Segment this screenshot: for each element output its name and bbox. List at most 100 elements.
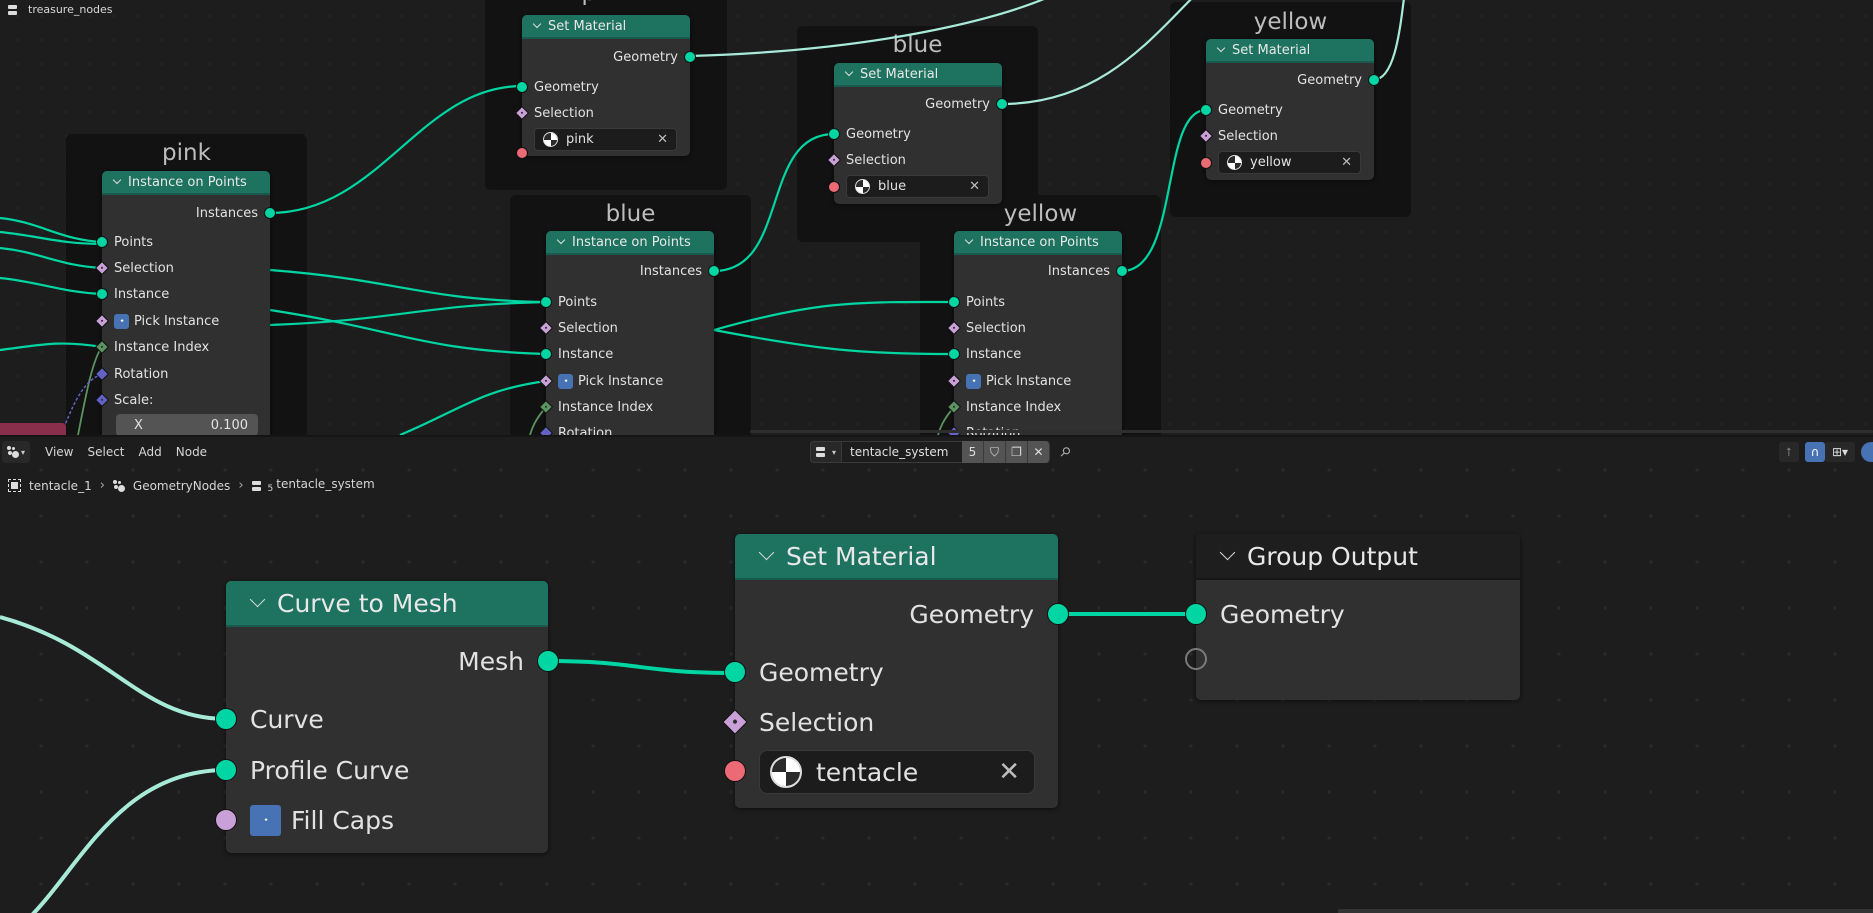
node-header[interactable]: Set Material: [834, 63, 1002, 87]
socket-instances-out[interactable]: [264, 207, 276, 219]
collapse-chevron-icon[interactable]: [844, 67, 854, 77]
node-instance-on-points-yellow[interactable]: Instance on Points Instances Points Sele…: [946, 231, 1128, 435]
socket-geometry-in[interactable]: [828, 128, 840, 140]
socket-instances-out[interactable]: [708, 265, 720, 277]
fill-caps-checkbox[interactable]: [250, 804, 281, 836]
snap-magnet-icon[interactable]: ∩: [1805, 442, 1825, 462]
socket-geometry-out[interactable]: [1368, 74, 1380, 86]
socket-geometry-in[interactable]: [1200, 104, 1212, 116]
pick-instance-checkbox[interactable]: [114, 313, 129, 329]
horizontal-scrollbar[interactable]: [1338, 909, 1873, 913]
collapse-chevron-icon[interactable]: [758, 544, 775, 560]
input-instance-index: Instance Index: [538, 397, 714, 417]
collapse-chevron-icon[interactable]: [964, 235, 974, 245]
link-profile-curve: [31, 768, 227, 913]
snap-grid-icon[interactable]: ⊞▾: [1825, 442, 1855, 462]
unlink-material-close-icon[interactable]: ✕: [998, 757, 1020, 787]
horizontal-scrollbar[interactable]: [750, 430, 1873, 433]
input-selection: Selection: [946, 318, 1122, 338]
node-header[interactable]: Set Material: [1206, 39, 1374, 63]
socket-instances-out[interactable]: [1116, 265, 1128, 277]
user-count-button[interactable]: 5: [962, 441, 984, 463]
collapse-chevron-icon[interactable]: [249, 591, 266, 607]
browse-node-group-button[interactable]: ▾: [810, 441, 842, 463]
node-header[interactable]: Group Output: [1196, 534, 1520, 580]
socket-empty-new[interactable]: [1185, 648, 1207, 670]
socket-geometry-in[interactable]: [516, 81, 528, 93]
socket-curve[interactable]: [215, 708, 237, 730]
socket-points[interactable]: [96, 236, 108, 248]
fake-user-shield-icon[interactable]: ⛉: [984, 441, 1006, 463]
socket-material[interactable]: [828, 181, 840, 193]
node-set-material-blue[interactable]: Set Material Geometry Geometry Selection…: [826, 63, 1008, 204]
socket-geometry-out[interactable]: [1047, 603, 1069, 625]
material-field[interactable]: yellow ✕: [1218, 151, 1361, 174]
node-header[interactable]: Instance on Points: [546, 231, 714, 255]
pick-instance-checkbox[interactable]: [558, 373, 573, 389]
socket-instance[interactable]: [540, 348, 552, 360]
breadcrumb-node-group[interactable]: 5 tentacle_system: [268, 477, 375, 494]
parent-node-tree-icon[interactable]: ⭡: [1779, 442, 1799, 462]
socket-material[interactable]: [516, 147, 528, 159]
material-field[interactable]: pink ✕: [534, 128, 677, 151]
node-group-name-field[interactable]: tentacle_system: [842, 441, 962, 463]
output-instances: Instances: [954, 261, 1128, 281]
breadcrumb-object[interactable]: tentacle_1: [29, 479, 92, 493]
editor-type-button[interactable]: ▾: [2, 441, 30, 463]
input-points: Points: [96, 232, 270, 252]
material-field[interactable]: blue ✕: [846, 175, 989, 198]
duplicate-icon[interactable]: ❐: [1006, 441, 1028, 463]
node-header[interactable]: Set Material: [522, 15, 690, 39]
socket-points[interactable]: [540, 296, 552, 308]
node-set-material-pink[interactable]: Set Material Geometry Geometry Selection…: [514, 15, 696, 159]
material-field[interactable]: tentacle ✕: [759, 750, 1035, 794]
socket-material[interactable]: [724, 760, 746, 782]
frame-label: blue: [892, 32, 943, 58]
unlink-material-close-icon[interactable]: ✕: [969, 179, 980, 194]
menu-node[interactable]: Node: [169, 445, 214, 459]
input-geometry: Geometry: [1200, 100, 1374, 120]
menu-add[interactable]: Add: [132, 445, 169, 459]
menu-select[interactable]: Select: [80, 445, 131, 459]
material-icon: [770, 756, 802, 788]
collapse-chevron-icon[interactable]: [1219, 544, 1236, 560]
breadcrumb-modifier[interactable]: GeometryNodes: [133, 479, 230, 493]
collapse-chevron-icon[interactable]: [1216, 43, 1226, 53]
pick-instance-checkbox[interactable]: [966, 373, 981, 389]
socket-geometry-out[interactable]: [996, 98, 1008, 110]
socket-selection[interactable]: [722, 709, 748, 735]
socket-profile-curve[interactable]: [215, 759, 237, 781]
node-set-material-yellow[interactable]: Set Material Geometry Geometry Selection…: [1198, 39, 1380, 180]
collapse-chevron-icon[interactable]: [556, 235, 566, 245]
node-set-material-tentacle[interactable]: Set Material Geometry Geometry Selection…: [722, 534, 1069, 808]
input-points: Points: [540, 292, 714, 312]
unlink-material-close-icon[interactable]: ✕: [657, 132, 668, 147]
node-header[interactable]: Set Material: [735, 534, 1058, 580]
socket-points[interactable]: [948, 296, 960, 308]
socket-instance[interactable]: [948, 348, 960, 360]
top-node-editor[interactable]: treasure_nodes pink blue yellow pink blu…: [0, 0, 1873, 435]
unlink-material-close-icon[interactable]: ✕: [1341, 155, 1352, 170]
overlay-icon[interactable]: [1861, 442, 1873, 462]
node-header[interactable]: Instance on Points: [954, 231, 1122, 255]
socket-material[interactable]: [1200, 157, 1212, 169]
socket-mesh-out[interactable]: [537, 650, 559, 672]
node-instance-on-points-pink[interactable]: Instance on Points Instances Points Sele…: [94, 171, 276, 435]
node-group-output[interactable]: Group Output Geometry: [1185, 534, 1520, 700]
menu-view[interactable]: View: [38, 445, 80, 459]
node-header[interactable]: Instance on Points: [102, 171, 270, 195]
socket-geometry-out[interactable]: [684, 51, 696, 63]
socket-fill-caps[interactable]: [215, 809, 237, 831]
socket-geometry-in[interactable]: [1185, 603, 1207, 625]
collapse-chevron-icon[interactable]: [112, 175, 122, 185]
link-curve: [0, 615, 227, 721]
unlink-close-icon[interactable]: ✕: [1028, 441, 1050, 463]
node-header[interactable]: Curve to Mesh: [226, 581, 548, 627]
collapse-chevron-icon[interactable]: [532, 19, 542, 29]
node-instance-on-points-blue[interactable]: Instance on Points Instances Points Sele…: [538, 231, 720, 435]
socket-instance[interactable]: [96, 288, 108, 300]
scale-x-field[interactable]: X 0.100: [116, 414, 258, 435]
socket-geometry-in[interactable]: [724, 661, 746, 683]
node-curve-to-mesh[interactable]: Curve to Mesh Mesh Curve Profile Curve F…: [215, 581, 559, 853]
bottom-node-editor[interactable]: Curve to Mesh Mesh Curve Profile Curve F…: [0, 437, 1873, 913]
